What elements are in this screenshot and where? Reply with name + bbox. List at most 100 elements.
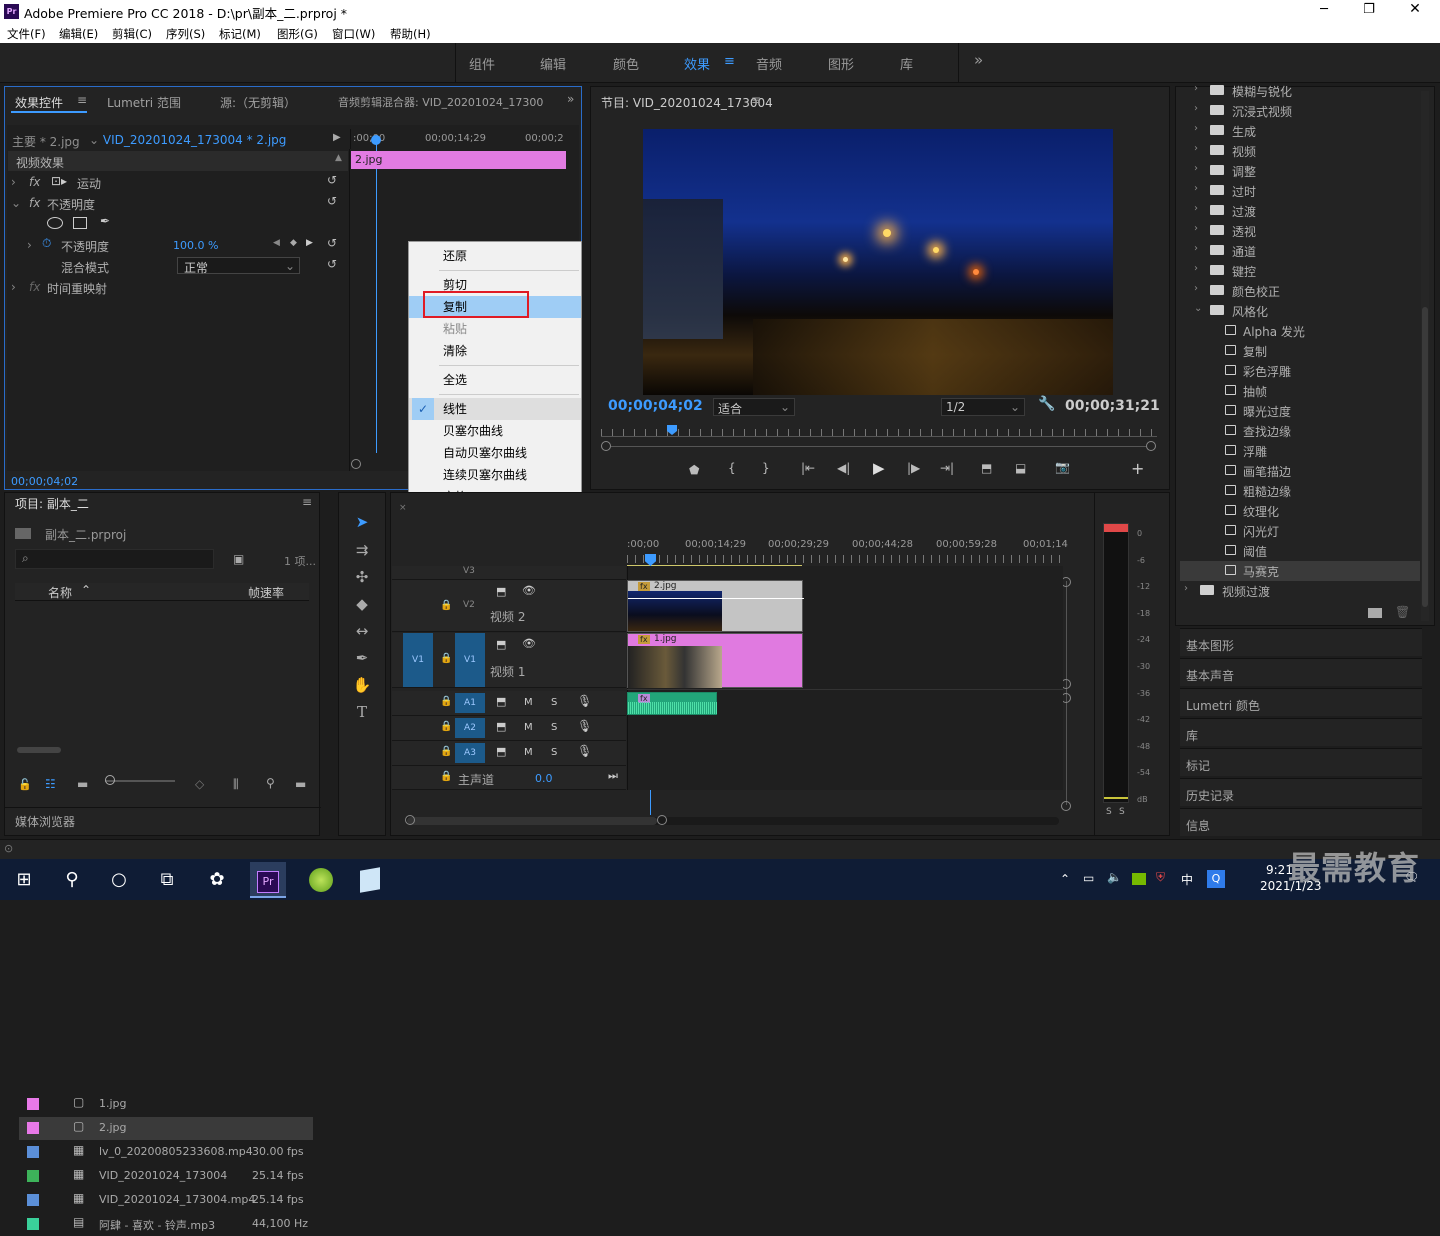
- panel-essential-graphics[interactable]: 基本图形: [1180, 628, 1422, 656]
- go-to-in-icon[interactable]: |⇤: [801, 461, 815, 475]
- label-color-swatch[interactable]: [27, 1122, 39, 1134]
- ripple-edit-tool-icon[interactable]: ✣: [350, 568, 374, 590]
- sync-lock-icon[interactable]: ⬒: [496, 585, 506, 598]
- mark-in-icon[interactable]: {: [728, 461, 736, 475]
- scroll-handle-icon[interactable]: [657, 815, 667, 825]
- effects-folder-4[interactable]: › 调整: [1180, 161, 1420, 181]
- workspace-menu-icon[interactable]: ≡: [724, 54, 735, 69]
- menu-item-bezier[interactable]: 贝塞尔曲线: [409, 420, 581, 442]
- mute-button[interactable]: M: [524, 747, 533, 758]
- chevron-right-icon[interactable]: ›: [1194, 203, 1198, 214]
- tab-source[interactable]: 源:（无剪辑）: [220, 94, 296, 111]
- play-icon[interactable]: ▶: [873, 459, 885, 477]
- selection-tool-icon[interactable]: ➤: [350, 513, 374, 535]
- effects-folder-0[interactable]: › 模糊与锐化: [1180, 81, 1420, 101]
- clip-a1[interactable]: fx: [627, 692, 718, 715]
- microphone-icon[interactable]: 🎙: [577, 744, 592, 758]
- expand-icon[interactable]: ⌄: [11, 196, 21, 210]
- zoom-slider-handle-icon[interactable]: [105, 775, 115, 785]
- menu-item-select-all[interactable]: 全选: [409, 369, 581, 391]
- melon-app-icon[interactable]: [303, 862, 339, 898]
- next-keyframe-icon[interactable]: ▶: [306, 238, 313, 248]
- panel-essential-sound[interactable]: 基本声音: [1180, 658, 1422, 686]
- lock-icon[interactable]: 🔒: [440, 696, 452, 707]
- cortana-icon[interactable]: ○: [101, 862, 137, 898]
- tab-audio-clip-mixer[interactable]: 音频剪辑混合器: VID_20201024_17300: [338, 94, 546, 110]
- icon-view-icon[interactable]: ▬: [77, 777, 88, 791]
- chevron-right-icon[interactable]: ›: [1194, 103, 1198, 114]
- delete-trash-icon[interactable]: 🗑: [1395, 605, 1410, 619]
- menu-item-auto-bezier[interactable]: 自动贝塞尔曲线: [409, 442, 581, 464]
- project-item-row[interactable]: ▢ 1.jpg: [19, 1093, 313, 1116]
- panel-history[interactable]: 历史记录: [1180, 778, 1422, 806]
- reset-icon[interactable]: ↺: [327, 236, 337, 250]
- label-color-swatch[interactable]: [27, 1194, 39, 1206]
- label-color-swatch[interactable]: [27, 1170, 39, 1182]
- opacity-value[interactable]: 100.0 %: [173, 239, 218, 252]
- sync-lock-icon[interactable]: ⬒: [496, 638, 506, 651]
- zoom-end-handle-icon[interactable]: [1146, 441, 1156, 451]
- chevron-right-icon[interactable]: ›: [1194, 83, 1198, 94]
- menu-file[interactable]: 文件(F): [7, 26, 46, 42]
- effects-folder-9[interactable]: › 键控: [1180, 261, 1420, 281]
- track-v3[interactable]: V3: [392, 566, 626, 580]
- mute-button[interactable]: M: [524, 697, 533, 708]
- new-bin-from-search-icon[interactable]: ▣: [233, 552, 244, 566]
- close-button[interactable]: ✕: [1403, 1, 1427, 17]
- track-select-tool-icon[interactable]: ⇉: [350, 541, 374, 563]
- effects-folder-11[interactable]: ⌄ 风格化: [1180, 301, 1420, 321]
- solo-button[interactable]: S: [551, 747, 557, 758]
- lift-icon[interactable]: ⬒: [981, 461, 992, 475]
- solo-button-left[interactable]: S: [1106, 807, 1112, 817]
- eye-icon[interactable]: 👁: [522, 637, 536, 650]
- chevron-right-icon[interactable]: ›: [1194, 123, 1198, 134]
- close-icon[interactable]: ×: [399, 503, 407, 513]
- menu-item-linear[interactable]: 线性: [409, 398, 581, 420]
- effect-item-0[interactable]: Alpha 发光: [1180, 321, 1420, 341]
- go-to-out-icon[interactable]: ⇥|: [940, 461, 954, 475]
- effect-item-9[interactable]: 纹理化: [1180, 501, 1420, 521]
- column-frame-rate[interactable]: 帧速率: [248, 584, 284, 601]
- zoom-slider[interactable]: [105, 780, 175, 782]
- menu-graphics[interactable]: 图形(G): [277, 26, 318, 42]
- current-timecode[interactable]: 00;00;04;02: [11, 475, 78, 488]
- effects-folder-10[interactable]: › 颜色校正: [1180, 281, 1420, 301]
- video-preview[interactable]: [643, 129, 1113, 395]
- lock-icon[interactable]: 🔒: [440, 746, 452, 757]
- chevron-right-icon[interactable]: ›: [1194, 263, 1198, 274]
- meter-clip-indicator[interactable]: [1104, 524, 1128, 532]
- sync-lock-icon[interactable]: ⬒: [496, 695, 506, 708]
- effect-item-5[interactable]: 查找边缘: [1180, 421, 1420, 441]
- lock-icon[interactable]: 🔒: [440, 653, 452, 664]
- menu-item-undo[interactable]: 还原: [409, 245, 581, 267]
- sort-icon[interactable]: ◇: [195, 777, 204, 791]
- effect-item-8[interactable]: 粗糙边缘: [1180, 481, 1420, 501]
- chevron-right-icon[interactable]: ›: [1194, 223, 1198, 234]
- track-master[interactable]: 🔒 主声道 0.0 ⏭: [392, 766, 626, 790]
- target-a3[interactable]: A3: [455, 743, 485, 763]
- system-tray-up-icon[interactable]: ⌃: [1060, 872, 1070, 886]
- menu-clip[interactable]: 剪辑(C): [112, 26, 152, 42]
- play-clip-icon[interactable]: ▶: [333, 132, 341, 143]
- fx-badge[interactable]: fx: [29, 196, 40, 210]
- master-volume[interactable]: 0.0: [535, 772, 553, 785]
- reset-icon[interactable]: ↺: [327, 194, 337, 208]
- solo-button[interactable]: S: [551, 722, 557, 733]
- menu-help[interactable]: 帮助(H): [390, 26, 431, 42]
- effects-folder-1[interactable]: › 沉浸式视频: [1180, 101, 1420, 121]
- expand-icon[interactable]: ›: [11, 280, 16, 294]
- opacity-property-row[interactable]: › ⏱ 不透明度 100.0 % ◀ ◆ ▶ ↺: [5, 235, 345, 256]
- collapse-icon[interactable]: ▲: [335, 153, 342, 163]
- chevron-down-icon[interactable]: ⌄: [1194, 303, 1202, 314]
- effect-item-10[interactable]: 闪光灯: [1180, 521, 1420, 541]
- blend-mode-row[interactable]: 混合模式 正常 ⌄ ↺: [5, 256, 345, 277]
- label-color-swatch[interactable]: [27, 1098, 39, 1110]
- notepad-app-icon[interactable]: [352, 862, 388, 898]
- effect-item-2[interactable]: 彩色浮雕: [1180, 361, 1420, 381]
- list-view-icon[interactable]: ☷: [45, 777, 56, 791]
- chevron-right-icon[interactable]: ›: [1194, 283, 1198, 294]
- mark-out-icon[interactable]: }: [762, 461, 770, 475]
- sequence-clip-dropdown[interactable]: ⌄ VID_20201024_173004 * 2.jpg: [89, 133, 286, 147]
- track-v2[interactable]: 🔒 V2 ⬒ 👁 视频 2: [392, 580, 626, 632]
- extract-icon[interactable]: ⬓: [1015, 461, 1026, 475]
